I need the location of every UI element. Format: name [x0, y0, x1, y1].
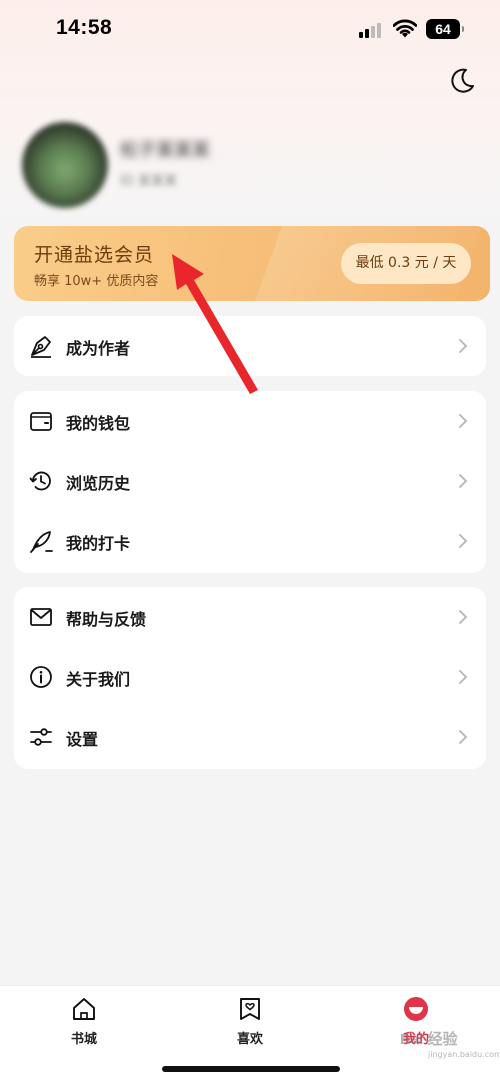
menu-item-label: 设置	[66, 730, 99, 749]
chevron-right-icon	[459, 339, 468, 353]
mail-icon	[30, 608, 52, 626]
tab-label: 喜欢	[236, 1032, 263, 1047]
history-icon	[29, 471, 51, 491]
moon-icon[interactable]	[447, 66, 477, 96]
tab-favorites[interactable]: 喜欢	[210, 996, 290, 1047]
menu-item-wallet[interactable]: 我的钱包	[14, 391, 486, 451]
chevron-right-icon	[459, 414, 468, 428]
menu-item-history[interactable]: 浏览历史	[14, 451, 486, 511]
menu-item-about-us[interactable]: 关于我们	[14, 647, 486, 707]
status-time: 14:58	[56, 16, 113, 39]
user-name[interactable]: 松子某某某	[120, 136, 210, 162]
chevron-right-icon	[459, 670, 468, 684]
feather-icon	[30, 531, 53, 553]
wallet-icon	[30, 412, 52, 431]
vip-title: 开通盐选会员	[34, 244, 155, 266]
menu-card-personal: 我的钱包 浏览历史 我的打卡	[14, 391, 486, 573]
home-indicator	[162, 1066, 340, 1072]
info-icon	[30, 666, 52, 688]
chevron-right-icon	[459, 610, 468, 624]
menu-item-checkin[interactable]: 我的打卡	[14, 511, 486, 571]
vip-price-button[interactable]: 最低 0.3 元 / 天	[341, 243, 471, 284]
watermark-url: jingyan.baidu.com	[428, 1050, 500, 1059]
chevron-right-icon	[459, 534, 468, 548]
sliders-icon	[30, 728, 52, 746]
pen-nib-icon	[31, 336, 51, 358]
avatar[interactable]	[22, 122, 108, 208]
vip-subtitle: 畅享 10w+ 优质内容	[34, 274, 159, 289]
user-id: ID 某某某	[120, 174, 177, 189]
battery-icon: 64	[426, 19, 464, 39]
home-icon	[73, 998, 95, 1020]
bookmark-heart-icon	[240, 998, 260, 1020]
annotation-arrow-icon	[172, 254, 258, 394]
chevron-right-icon	[459, 730, 468, 744]
menu-card-support: 帮助与反馈 关于我们 设置	[14, 587, 486, 769]
profile-icon	[404, 997, 428, 1021]
status-bar: 14:58 64	[0, 0, 500, 60]
menu-item-label: 我的打卡	[66, 534, 131, 553]
menu-item-help-feedback[interactable]: 帮助与反馈	[14, 587, 486, 647]
chevron-right-icon	[459, 474, 468, 488]
menu-item-label: 我的钱包	[66, 414, 131, 433]
cellular-signal-icon	[359, 22, 385, 38]
menu-item-settings[interactable]: 设置	[14, 707, 486, 767]
menu-item-label: 关于我们	[66, 670, 131, 689]
tab-bookstore[interactable]: 书城	[44, 996, 124, 1047]
menu-item-label: 浏览历史	[66, 474, 131, 493]
watermark: Bai 经验	[400, 1031, 458, 1048]
wifi-icon	[393, 19, 417, 38]
menu-item-label: 成为作者	[66, 339, 131, 358]
menu-item-label: 帮助与反馈	[66, 610, 147, 629]
tab-label: 书城	[70, 1032, 97, 1047]
